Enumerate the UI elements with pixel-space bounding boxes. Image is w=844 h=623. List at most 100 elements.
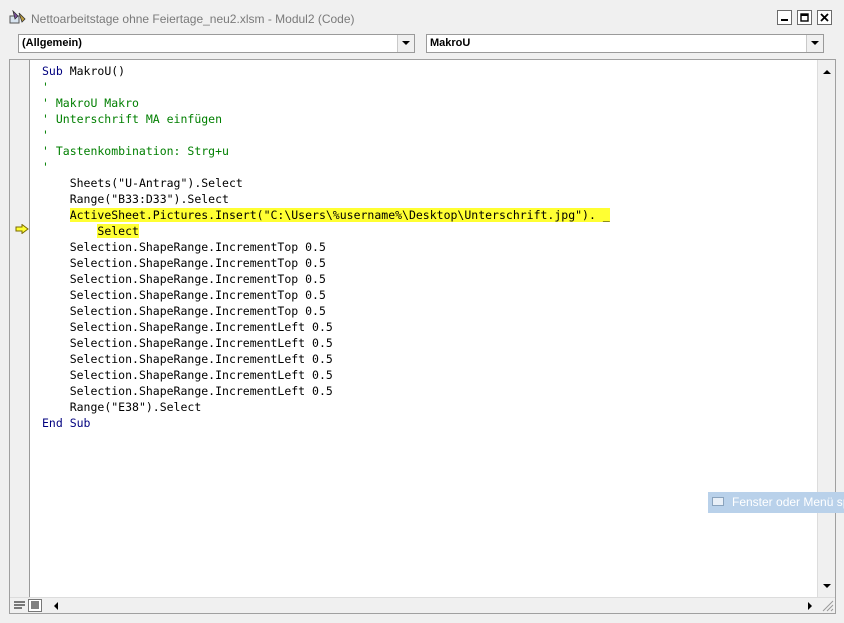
code-token: Selection.ShapeRange.IncrementTop 0.5 <box>69 240 326 254</box>
tooltip: Fenster oder Menü sp <box>708 492 844 513</box>
code-line[interactable]: Selection.ShapeRange.IncrementTop 0.5 <box>42 287 326 303</box>
code-line[interactable]: Select <box>42 223 139 239</box>
code-token: ' <box>42 128 49 142</box>
scroll-left-button[interactable] <box>47 598 63 614</box>
code-line[interactable]: ' <box>42 127 49 143</box>
code-token: ' <box>42 80 49 94</box>
scroll-up-button[interactable] <box>819 63 835 79</box>
code-token: ' Unterschrift MA einfügen <box>42 112 223 126</box>
vba-editor-icon <box>9 10 26 24</box>
code-token: End Sub <box>42 416 91 430</box>
window-title: Nettoarbeitstage ohne Feiertage_neu2.xls… <box>31 12 355 26</box>
code-token: Selection.ShapeRange.IncrementLeft 0.5 <box>69 368 333 382</box>
code-line[interactable]: Sub MakroU() <box>42 63 125 79</box>
code-token: Selection.ShapeRange.IncrementTop 0.5 <box>69 288 326 302</box>
code-line[interactable]: Selection.ShapeRange.IncrementLeft 0.5 <box>42 383 333 399</box>
code-line[interactable]: ' Unterschrift MA einfügen <box>42 111 222 127</box>
code-token: Selection.ShapeRange.IncrementLeft 0.5 <box>69 336 333 350</box>
close-icon <box>820 13 829 22</box>
procedure-view-icon <box>13 601 25 609</box>
arrow-up-icon <box>823 69 831 74</box>
procedure-dropdown[interactable]: MakroU <box>426 34 824 53</box>
arrow-left-icon <box>53 602 58 610</box>
minimize-icon <box>781 19 788 21</box>
code-token: ' <box>42 160 49 174</box>
object-dropdown[interactable]: (Allgemein) <box>18 34 415 53</box>
full-module-view-button[interactable] <box>28 599 42 612</box>
chevron-down-icon[interactable] <box>397 35 414 52</box>
code-line[interactable]: Selection.ShapeRange.IncrementTop 0.5 <box>42 271 326 287</box>
object-dropdown-value: (Allgemein) <box>22 37 82 49</box>
code-line[interactable]: Selection.ShapeRange.IncrementLeft 0.5 <box>42 367 333 383</box>
code-line[interactable]: Selection.ShapeRange.IncrementTop 0.5 <box>42 255 326 271</box>
tooltip-text: Fenster oder Menü sp <box>732 495 844 509</box>
code-token: Sheets("U-Antrag").Select <box>69 176 243 190</box>
arrow-down-icon <box>823 583 831 588</box>
execution-pointer-icon <box>15 224 29 234</box>
chevron-down-icon[interactable] <box>806 35 823 52</box>
code-token: Selection.ShapeRange.IncrementLeft 0.5 <box>69 320 333 334</box>
arrow-right-icon <box>807 602 812 610</box>
procedure-bar: (Allgemein) MakroU <box>0 34 844 58</box>
code-line[interactable]: ' <box>42 79 49 95</box>
code-token: Select <box>97 224 139 238</box>
bottom-bar <box>10 597 835 613</box>
code-token: Selection.ShapeRange.IncrementTop 0.5 <box>69 256 326 270</box>
margin-indicator-bar[interactable] <box>10 60 30 597</box>
code-token: Selection.ShapeRange.IncrementTop 0.5 <box>69 304 326 318</box>
code-token: ActiveSheet.Pictures.Insert("C:\Users\%u… <box>69 208 610 222</box>
code-line[interactable]: ' Tastenkombination: Strg+u <box>42 143 229 159</box>
code-line[interactable]: Selection.ShapeRange.IncrementLeft 0.5 <box>42 319 333 335</box>
code-line[interactable]: ' <box>42 159 49 175</box>
code-editor[interactable]: Sub MakroU() ' ' MakroU Makro ' Unterschrif… <box>9 59 836 614</box>
code-line[interactable]: ' MakroU Makro <box>42 95 139 111</box>
maximize-icon <box>800 13 809 22</box>
code-line[interactable]: Range("E38").Select <box>42 399 202 415</box>
code-token: Selection.ShapeRange.IncrementTop 0.5 <box>69 272 326 286</box>
code-token: Selection.ShapeRange.IncrementLeft 0.5 <box>69 384 333 398</box>
maximize-button[interactable] <box>797 10 812 25</box>
code-token: Range("E38").Select <box>69 400 202 414</box>
code-token: Range("B33:D33").Select <box>69 192 229 206</box>
horizontal-scrollbar[interactable] <box>46 598 818 613</box>
scroll-down-button[interactable] <box>819 578 835 594</box>
code-area[interactable]: Sub MakroU() ' ' MakroU Makro ' Unterschrif… <box>32 63 817 593</box>
procedure-view-button[interactable] <box>12 599 26 612</box>
full-module-view-icon <box>31 601 39 609</box>
code-line[interactable]: Selection.ShapeRange.IncrementLeft 0.5 <box>42 335 333 351</box>
code-line[interactable]: Range("B33:D33").Select <box>42 191 229 207</box>
code-token: Sub <box>42 64 63 78</box>
minimize-button[interactable] <box>777 10 792 25</box>
code-line[interactable]: Sheets("U-Antrag").Select <box>42 175 243 191</box>
code-token: MakroU() <box>62 64 126 78</box>
resize-grip-icon[interactable] <box>821 599 834 612</box>
title-bar: Nettoarbeitstage ohne Feiertage_neu2.xls… <box>0 0 844 34</box>
vertical-scrollbar[interactable] <box>817 60 835 597</box>
code-line[interactable]: Selection.ShapeRange.IncrementTop 0.5 <box>42 303 326 319</box>
code-token: Selection.ShapeRange.IncrementLeft 0.5 <box>69 352 333 366</box>
code-line[interactable]: ActiveSheet.Pictures.Insert("C:\Users\%u… <box>42 207 610 223</box>
code-token: ' Tastenkombination: Strg+u <box>42 144 229 158</box>
code-line[interactable]: End Sub <box>42 415 90 431</box>
code-token: ' MakroU Makro <box>42 96 139 110</box>
close-button[interactable] <box>817 10 832 25</box>
procedure-dropdown-value: MakroU <box>430 37 471 49</box>
code-line[interactable]: Selection.ShapeRange.IncrementLeft 0.5 <box>42 351 333 367</box>
code-line[interactable]: Selection.ShapeRange.IncrementTop 0.5 <box>42 239 326 255</box>
scroll-right-button[interactable] <box>802 598 818 614</box>
